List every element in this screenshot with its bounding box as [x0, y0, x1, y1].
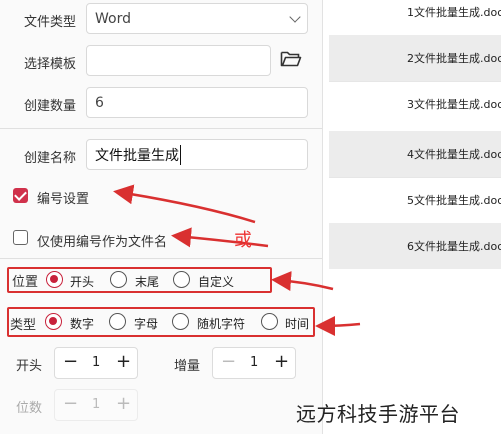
type-radio-random[interactable]: [172, 313, 189, 330]
position-radio-end[interactable]: [110, 271, 127, 288]
type-option-random: 随机字符: [197, 317, 246, 331]
file-row[interactable]: 2文件批量生成.docx: [329, 35, 501, 81]
digits-label: 位数: [16, 401, 43, 416]
start-decrement-button[interactable]: −: [63, 353, 78, 371]
settings-panel: 文件类型 Word 选择模板 创建数量 6 创建名称 文件批量生成 编号设置 仅…: [0, 0, 322, 434]
panel-divider: [322, 0, 323, 434]
start-stepper: − 1 +: [54, 347, 138, 379]
type-option-number: 数字: [70, 317, 95, 331]
type-radio-letter[interactable]: [109, 313, 126, 330]
type-option-time: 时间: [285, 317, 310, 331]
count-value: 6: [95, 94, 104, 111]
increment-label: 增量: [174, 359, 201, 374]
digits-value: 1: [92, 397, 101, 412]
file-name: 4文件批量生成.docx: [407, 148, 501, 161]
file-type-select[interactable]: Word: [86, 3, 308, 34]
type-label: 类型: [10, 318, 37, 333]
file-row[interactable]: 4文件批量生成.docx: [329, 131, 501, 177]
watermark-text: 远方科技手游平台: [296, 402, 460, 426]
type-radio-number[interactable]: [45, 313, 62, 330]
file-type-label: 文件类型: [24, 15, 77, 30]
template-input[interactable]: [86, 45, 271, 76]
name-label: 创建名称: [24, 151, 77, 166]
position-option-start: 开头: [70, 275, 95, 289]
section-divider: [0, 128, 322, 129]
digits-decrement-button[interactable]: −: [63, 395, 78, 413]
file-type-value: Word: [95, 10, 131, 27]
position-option-end: 末尾: [135, 275, 160, 289]
number-only-label: 仅使用编号作为文件名: [37, 235, 168, 250]
increment-value: 1: [250, 355, 259, 370]
file-row[interactable]: 3文件批量生成.docx: [329, 81, 501, 127]
template-label: 选择模板: [24, 57, 77, 72]
arrow-to-type: [315, 315, 361, 336]
increment-increment-button[interactable]: +: [274, 353, 289, 371]
start-label: 开头: [16, 359, 43, 374]
name-input[interactable]: 文件批量生成: [86, 139, 308, 170]
type-option-letter: 字母: [134, 317, 159, 331]
digits-stepper: − 1 +: [54, 389, 138, 421]
file-name: 6文件批量生成.docx: [407, 240, 501, 253]
file-row[interactable]: 5文件批量生成.docx: [329, 177, 501, 223]
file-name: 3文件批量生成.docx: [407, 98, 501, 111]
increment-decrement-button[interactable]: −: [221, 353, 236, 371]
name-value: 文件批量生成: [95, 144, 181, 165]
type-radio-time[interactable]: [261, 313, 278, 330]
file-name: 2文件批量生成.docx: [407, 52, 501, 65]
file-row[interactable]: 1文件批量生成.docx: [329, 0, 501, 35]
section-divider: [0, 258, 322, 259]
numbering-checkbox[interactable]: [13, 188, 28, 203]
annotation-or-text: 或: [234, 230, 252, 251]
position-label: 位置: [12, 275, 39, 290]
chevron-down-icon: [289, 11, 301, 23]
count-label: 创建数量: [24, 99, 77, 114]
file-name: 5文件批量生成.docx: [407, 194, 501, 207]
row-separator: [329, 177, 501, 178]
start-value: 1: [92, 355, 101, 370]
digits-increment-button[interactable]: +: [116, 395, 131, 413]
numbering-label: 编号设置: [37, 192, 90, 207]
position-option-custom: 自定义: [198, 275, 235, 289]
position-radio-start[interactable]: [46, 271, 63, 288]
number-only-checkbox[interactable]: [13, 230, 28, 245]
file-row[interactable]: 6文件批量生成.docx: [329, 223, 501, 269]
row-separator: [329, 81, 501, 82]
start-increment-button[interactable]: +: [116, 353, 131, 371]
file-name: 1文件批量生成.docx: [407, 6, 501, 19]
count-input[interactable]: 6: [86, 87, 308, 118]
folder-icon[interactable]: [280, 50, 302, 68]
increment-stepper: − 1 +: [212, 347, 296, 379]
position-radio-custom[interactable]: [173, 271, 190, 288]
